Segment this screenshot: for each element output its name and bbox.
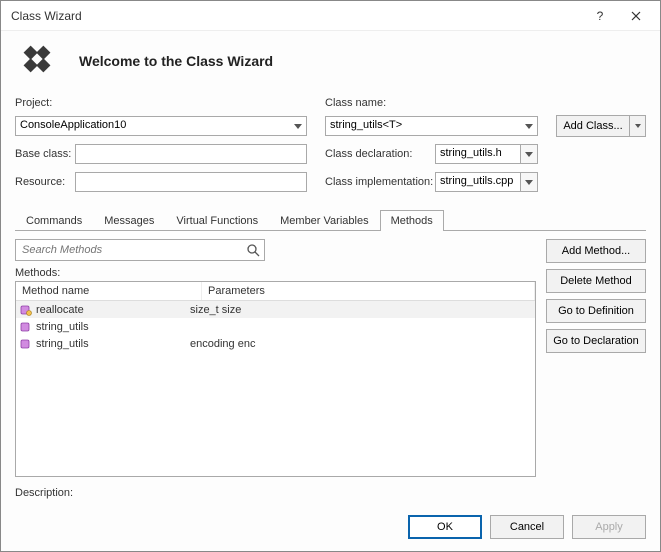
- tab-virtual-functions[interactable]: Virtual Functions: [165, 210, 269, 231]
- class-name-dropdown[interactable]: string_utils<T>: [325, 116, 538, 136]
- class-declaration-dropdown[interactable]: [520, 144, 538, 164]
- wizard-header: Welcome to the Class Wizard: [1, 31, 660, 97]
- method-icon: [18, 338, 34, 350]
- search-methods-input[interactable]: [20, 243, 246, 257]
- list-item[interactable]: reallocate size_t size: [16, 301, 535, 318]
- methods-list: Method name Parameters reallocate size_t …: [15, 281, 536, 477]
- list-item[interactable]: string_utils encoding enc: [16, 335, 535, 352]
- method-name: reallocate: [36, 304, 84, 316]
- base-class-field[interactable]: [75, 144, 307, 164]
- project-dropdown[interactable]: ConsoleApplication10: [15, 116, 307, 136]
- close-icon: [631, 11, 641, 21]
- goto-definition-button[interactable]: Go to Definition: [546, 299, 646, 323]
- tab-bar: Commands Messages Virtual Functions Memb…: [15, 209, 646, 231]
- tab-methods[interactable]: Methods: [380, 210, 444, 231]
- ok-button[interactable]: OK: [408, 515, 482, 539]
- add-method-button[interactable]: Add Method...: [546, 239, 646, 263]
- class-implementation-label: Class implementation:: [325, 176, 435, 188]
- list-header: Method name Parameters: [16, 282, 535, 301]
- titlebar: Class Wizard ?: [1, 1, 660, 31]
- tab-messages[interactable]: Messages: [93, 210, 165, 231]
- class-implementation-field[interactable]: string_utils.cpp: [435, 172, 521, 192]
- add-class-button[interactable]: Add Class...: [556, 115, 646, 137]
- resource-label: Resource:: [15, 176, 75, 188]
- class-wizard-window: Class Wizard ? Welcome to the Class Wiza…: [0, 0, 661, 552]
- window-title: Class Wizard: [11, 9, 582, 23]
- col-parameters[interactable]: Parameters: [202, 282, 535, 300]
- goto-declaration-button[interactable]: Go to Declaration: [546, 329, 646, 353]
- cancel-button[interactable]: Cancel: [490, 515, 564, 539]
- tab-commands[interactable]: Commands: [15, 210, 93, 231]
- method-icon: [18, 321, 34, 333]
- add-class-dropdown-arrow[interactable]: [630, 115, 646, 137]
- footer: OK Cancel Apply: [1, 505, 660, 551]
- side-buttons: Add Method... Delete Method Go to Defini…: [546, 239, 646, 477]
- tab-member-variables[interactable]: Member Variables: [269, 210, 379, 231]
- wizard-logo-icon: [15, 39, 59, 83]
- search-icon: [246, 243, 260, 257]
- welcome-heading: Welcome to the Class Wizard: [79, 53, 273, 69]
- methods-label: Methods:: [15, 267, 536, 279]
- search-methods-box[interactable]: [15, 239, 265, 261]
- class-declaration-label: Class declaration:: [325, 148, 435, 160]
- project-label: Project:: [15, 97, 307, 111]
- class-name-label: Class name:: [325, 97, 538, 111]
- apply-button: Apply: [572, 515, 646, 539]
- body-area: Methods: Method name Parameters realloca…: [1, 231, 660, 481]
- method-name: string_utils: [36, 338, 89, 350]
- add-class-label: Add Class...: [556, 115, 630, 137]
- col-method-name[interactable]: Method name: [16, 282, 202, 300]
- method-name: string_utils: [36, 321, 89, 333]
- class-implementation-dropdown[interactable]: [520, 172, 538, 192]
- description-label: Description:: [1, 481, 660, 505]
- list-rows: reallocatesize_t sizestring_utilsstring_…: [16, 301, 535, 476]
- method-params: encoding enc: [186, 338, 535, 350]
- base-class-label: Base class:: [15, 148, 75, 160]
- list-item[interactable]: string_utils: [16, 318, 535, 335]
- class-declaration-field[interactable]: string_utils.h: [435, 144, 521, 164]
- method-icon: [18, 304, 34, 316]
- method-params: size_t size: [186, 304, 535, 316]
- help-button[interactable]: ?: [582, 2, 618, 30]
- form-area: Project: Class name: ConsoleApplication1…: [1, 97, 660, 203]
- delete-method-button[interactable]: Delete Method: [546, 269, 646, 293]
- close-button[interactable]: [618, 2, 654, 30]
- resource-field[interactable]: [75, 172, 307, 192]
